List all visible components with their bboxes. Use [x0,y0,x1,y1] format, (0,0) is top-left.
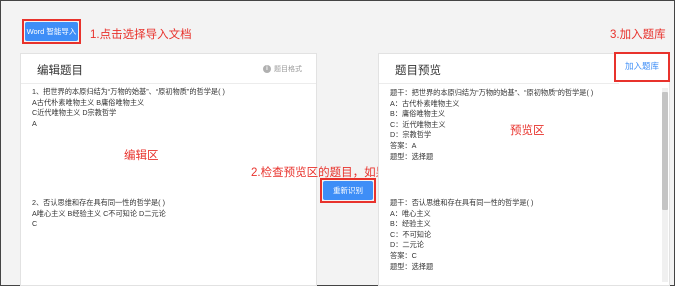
preview-line: 题干：否认思维和存在具有同一性的哲学是( ) [390,198,534,207]
preview-line: 题型：选择题 [390,151,434,161]
preview-area-label: 预览区 [510,125,545,137]
editor-textarea[interactable]: 1、把世界的本原归结为“万物的始基”、“原初物质”的哲学是( ) A古代朴素唯物… [32,87,302,282]
preview-line: A：古代朴素唯物主义 [390,98,460,108]
editor-line: C近代唯物主义 D宗教哲学 [32,108,117,118]
edit-area-label: 编辑区 [124,150,159,162]
preview-title: 题目预览 [395,65,441,77]
editor-divider [21,83,316,84]
info-icon: i [263,65,271,73]
preview-question-2: 题干：否认思维和存在具有同一性的哲学是( ) A：唯心主义 B：经验主义 C：不… [390,198,533,272]
preview-content: 题干：把世界的本原归结为“万物的始基”、“原初物质”的哲学是( ) A：古代朴素… [390,88,640,282]
preview-panel: 题目预览 题干：把世界的本原归结为“万物的始基”、“原初物质”的哲学是( ) A… [378,53,670,286]
recognize-button[interactable]: 重新识别 [323,181,373,200]
word-import-button[interactable]: Word 智能导入 [25,22,78,41]
step1-annotation: 1.点击选择导入文档 [90,29,192,41]
editor-question-2: 2、否认思维和存在具有同一性的哲学是( ) A唯心主义 B经验主义 C不可知论 … [32,198,166,230]
preview-line: 题干：把世界的本原归结为“万物的始基”、“原初物质”的哲学是( ) [390,88,594,97]
scrollbar-thumb[interactable] [662,92,668,210]
editor-line: C [32,219,38,229]
preview-line: D：二元论 [390,240,424,250]
preview-divider [379,83,619,84]
preview-line: 答案：A [390,140,417,150]
preview-line: B：庸俗唯物主义 [390,109,446,119]
preview-line: B：经验主义 [390,219,431,229]
editor-line: 1、把世界的本原归结为“万物的始基”、“原初物质”的哲学是( ) [32,87,225,96]
format-hint-label: 题目格式 [274,66,302,73]
add-to-bank-button[interactable]: 加入题库 [617,60,667,72]
editor-title: 编辑题目 [37,65,83,77]
editor-line: 2、否认思维和存在具有同一性的哲学是( ) [32,198,165,207]
preview-line: 题型：选择题 [390,261,434,271]
editor-line: A唯心主义 B经验主义 C不可知论 D二元论 [32,208,166,218]
preview-line: 答案：C [390,250,417,260]
editor-question-1: 1、把世界的本原归结为“万物的始基”、“原初物质”的哲学是( ) A古代朴素唯物… [32,87,302,129]
editor-line: A古代朴素唯物主义 B庸俗唯物主义 [32,97,145,107]
preview-line: A：唯心主义 [390,208,431,218]
format-hint[interactable]: i 题目格式 [263,64,302,74]
preview-scrollbar[interactable] [662,88,668,282]
preview-line: C：不可知论 [390,229,432,239]
editor-line: A [32,118,37,128]
step3-annotation: 3.加入题库 [610,29,666,41]
